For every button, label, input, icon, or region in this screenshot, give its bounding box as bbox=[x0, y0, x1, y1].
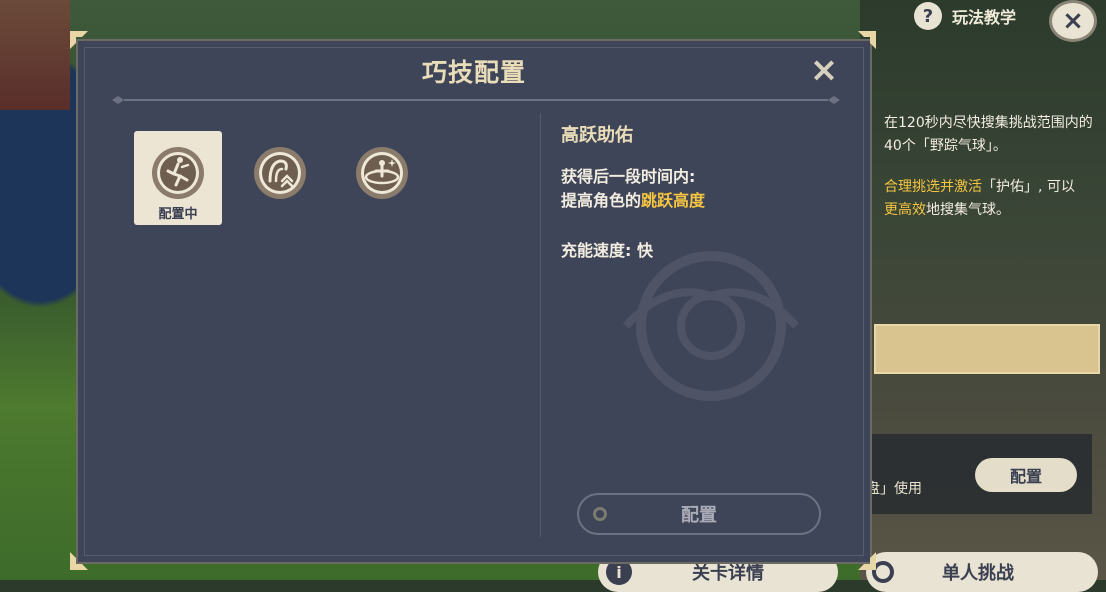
skill-wind[interactable] bbox=[236, 131, 324, 225]
circle-icon bbox=[593, 507, 607, 521]
skill-ring[interactable] bbox=[338, 131, 426, 225]
side-config-button[interactable]: 配置 bbox=[975, 458, 1077, 492]
side-use-text: 盘」使用 bbox=[866, 481, 922, 497]
title-divider bbox=[110, 95, 842, 105]
ring-skill-icon bbox=[354, 145, 410, 201]
skill-detail: 高跃助佑 获得后一段时间内: 提高角色的跳跃高度 充能速度: 快 bbox=[561, 121, 851, 261]
corner-ornament-icon bbox=[68, 550, 90, 572]
jump-skill-icon bbox=[150, 145, 206, 201]
skill-jump[interactable]: 配置中 bbox=[134, 131, 222, 225]
emblem-watermark-icon bbox=[623, 251, 799, 401]
close-icon: × bbox=[809, 50, 839, 90]
side-highlight-bar bbox=[874, 324, 1100, 374]
skill-status-label: 配置中 bbox=[158, 207, 198, 222]
close-icon: × bbox=[1062, 6, 1084, 36]
corner-ornament-icon bbox=[68, 29, 90, 51]
skill-list: 配置中 bbox=[134, 131, 426, 225]
charge-speed: 充能速度: 快 bbox=[561, 241, 653, 260]
skill-config-dialog: 巧技配置 × 配置中 高跃助佑 获得后一段时间内: 提高角色的跳跃高度 充能速度… bbox=[76, 39, 872, 564]
help-tutorial[interactable]: ? 玩法教学 bbox=[914, 2, 1016, 30]
wind-skill-icon bbox=[252, 145, 308, 201]
configure-button[interactable]: 配置 bbox=[577, 493, 821, 535]
challenge-description: 在120秒内尽快搜集挑战范围内的40个「野踪气球」。 bbox=[884, 115, 1093, 154]
help-label: 玩法教学 bbox=[952, 8, 1017, 27]
challenge-hint: 合理挑选并激活「护佑」, 可以 更高效地搜集气球。 bbox=[884, 179, 1075, 218]
dialog-close-button[interactable]: × bbox=[806, 53, 842, 89]
background-house bbox=[0, 0, 70, 110]
corner-ornament-icon bbox=[856, 550, 878, 572]
question-icon: ? bbox=[914, 2, 942, 30]
skill-desc-line2: 提高角色的跳跃高度 bbox=[561, 191, 706, 210]
skill-name: 高跃助佑 bbox=[561, 125, 633, 146]
screen-close-button[interactable]: × bbox=[1049, 0, 1097, 42]
corner-ornament-icon bbox=[856, 29, 878, 51]
skill-desc-line1: 获得后一段时间内: bbox=[561, 167, 696, 186]
dialog-title: 巧技配置 bbox=[421, 58, 526, 87]
panel-divider bbox=[540, 113, 541, 537]
solo-challenge-button[interactable]: 单人挑战 bbox=[866, 552, 1098, 592]
